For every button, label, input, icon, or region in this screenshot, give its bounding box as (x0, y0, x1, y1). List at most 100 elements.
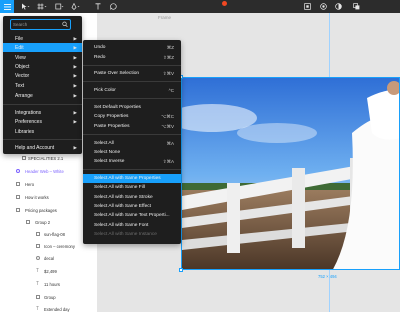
layer-row[interactable]: decal (0, 253, 98, 263)
edit-pick-color[interactable]: Pick Color ^C (83, 86, 181, 95)
menu-item-label: Edit (15, 44, 24, 51)
chevron-right-icon: ▶ (73, 118, 77, 124)
chevron-right-icon: ▶ (73, 72, 77, 78)
frame-icon (16, 195, 20, 199)
layer-row[interactable]: T 11 hours (0, 279, 98, 289)
menu-search[interactable] (10, 19, 71, 30)
menu-item-file[interactable]: File ▶ (3, 34, 82, 43)
pen-tool-button[interactable] (68, 0, 82, 13)
menu-divider (83, 169, 181, 170)
layer-row[interactable]: T $2,499 (0, 266, 98, 276)
edit-select-all[interactable]: Select All ⌘A (83, 139, 181, 148)
menu-item-view[interactable]: View ▶ (3, 53, 82, 62)
chevron-right-icon: ▶ (73, 144, 77, 150)
chevron-right-icon: ▶ (73, 44, 77, 50)
mask-icon (319, 3, 327, 10)
edit-select-same-fill[interactable]: Select All with Same Fill (83, 183, 181, 192)
menu-divider (83, 81, 181, 82)
ellipse-icon (36, 256, 40, 260)
component-icon (16, 169, 20, 173)
menu-item-preferences[interactable]: Preferences ▶ (3, 117, 82, 126)
submenu-item-label: Select All with Same Effect (94, 203, 151, 209)
component-button[interactable] (301, 0, 313, 13)
layer-row[interactable]: Group (0, 292, 98, 302)
frame-icon (16, 208, 20, 212)
frame-icon (36, 244, 40, 248)
menu-item-label: Help and Account (15, 144, 55, 151)
chevron-right-icon: ▶ (73, 35, 77, 41)
menu-divider (83, 134, 181, 135)
edit-select-none[interactable]: Select None (83, 148, 181, 157)
menu-divider (83, 98, 181, 99)
menu-item-vector[interactable]: Vector ▶ (3, 71, 82, 80)
frame-label[interactable]: Frame (158, 15, 171, 20)
edit-select-same-properties[interactable]: Select All with Same Properties (83, 174, 181, 183)
layer-label: Header Web – White (25, 168, 64, 174)
resize-handle[interactable] (179, 268, 183, 272)
comment-tool-button[interactable] (106, 0, 227, 13)
component-icon (303, 3, 311, 10)
layer-label: SPECIALITIES 2.1 (28, 155, 64, 161)
edit-copy-properties[interactable]: Copy Properties ⌥⌘C (83, 112, 181, 121)
menu-item-label: Integrations (15, 109, 42, 116)
notification-badge (222, 1, 227, 6)
rectangle-icon (54, 3, 63, 10)
menu-item-integrations[interactable]: Integrations ▶ (3, 108, 82, 117)
edit-select-same-effect[interactable]: Select All with Same Effect (83, 202, 181, 211)
menu-divider (3, 139, 82, 140)
edit-paste-over-selection[interactable]: Paste Over Selection ⇧⌘V (83, 69, 181, 78)
edit-select-same-font[interactable]: Select All with Same Font (83, 221, 181, 230)
shortcut-label: ⌥⌘C (161, 113, 174, 119)
submenu-item-label: Undo (94, 44, 106, 50)
submenu-item-label: Paste Over Selection (94, 70, 140, 76)
menu-item-label: Libraries (15, 128, 35, 135)
edit-select-same-text-properties[interactable]: Select All with Same Text Properti... (83, 211, 181, 220)
main-menu-button[interactable] (0, 0, 14, 13)
menu-divider (83, 65, 181, 66)
mask-button[interactable] (317, 0, 329, 13)
selection-size-label: 752 × 494 (318, 274, 337, 279)
menu-item-object[interactable]: Object ▶ (3, 62, 82, 71)
toolbar (0, 0, 400, 13)
shape-tool-button[interactable] (52, 0, 66, 13)
menu-item-help-account[interactable]: Help and Account ▶ (3, 143, 82, 152)
layer-label: Pricing packages (25, 207, 57, 213)
layer-label: Icon – ceremony (44, 243, 75, 249)
frame-icon (16, 182, 20, 186)
boolean-button[interactable] (350, 0, 362, 13)
menu-item-label: View (15, 54, 26, 61)
shortcut-label: ⌘A (166, 140, 174, 146)
chevron-right-icon: ▶ (73, 82, 77, 88)
frame-icon (37, 3, 47, 10)
shortcut-label: ⌥⌘V (161, 123, 174, 129)
menu-item-libraries[interactable]: Libraries (3, 127, 82, 136)
edit-paste-properties[interactable]: Paste Properties ⌥⌘V (83, 122, 181, 131)
edit-select-same-instance: Select All with Same Instance (83, 230, 181, 239)
menu-item-label: Text (15, 82, 25, 89)
edit-select-inverse[interactable]: Select Inverse ⇧⌘A (83, 157, 181, 166)
submenu-item-label: Select Inverse (94, 158, 125, 164)
menu-item-edit[interactable]: Edit ▶ (3, 43, 82, 52)
layer-label: Hero (25, 181, 35, 187)
frame-tool-button[interactable] (34, 0, 50, 13)
submenu-item-label: Select All with Same Properties (94, 175, 161, 181)
layer-row[interactable]: T Extended day (0, 304, 98, 312)
selected-image[interactable] (181, 77, 400, 270)
layer-label: Group 2 (35, 219, 51, 225)
edit-set-default-properties[interactable]: Set Default Properties (83, 103, 181, 112)
layer-label: How it works (25, 194, 49, 200)
shortcut-label: ^C (168, 87, 174, 93)
edit-select-same-stroke[interactable]: Select All with Same Stroke (83, 193, 181, 202)
menu-item-arrange[interactable]: Arrange ▶ (3, 91, 82, 100)
edit-redo[interactable]: Redo ⇧⌘Z (83, 53, 181, 62)
text-tool-button[interactable] (92, 0, 104, 13)
menu-item-text[interactable]: Text ▶ (3, 81, 82, 90)
frame-icon (36, 232, 40, 236)
submenu-item-label: Select All with Same Fill (94, 184, 145, 190)
menu-item-label: File (15, 35, 24, 42)
menu-item-label: Arrange (15, 92, 33, 99)
edit-undo[interactable]: Undo ⌘Z (83, 43, 181, 52)
move-tool-button[interactable] (18, 0, 32, 13)
contrast-button[interactable] (332, 0, 344, 13)
menu-search-input[interactable] (13, 21, 63, 28)
